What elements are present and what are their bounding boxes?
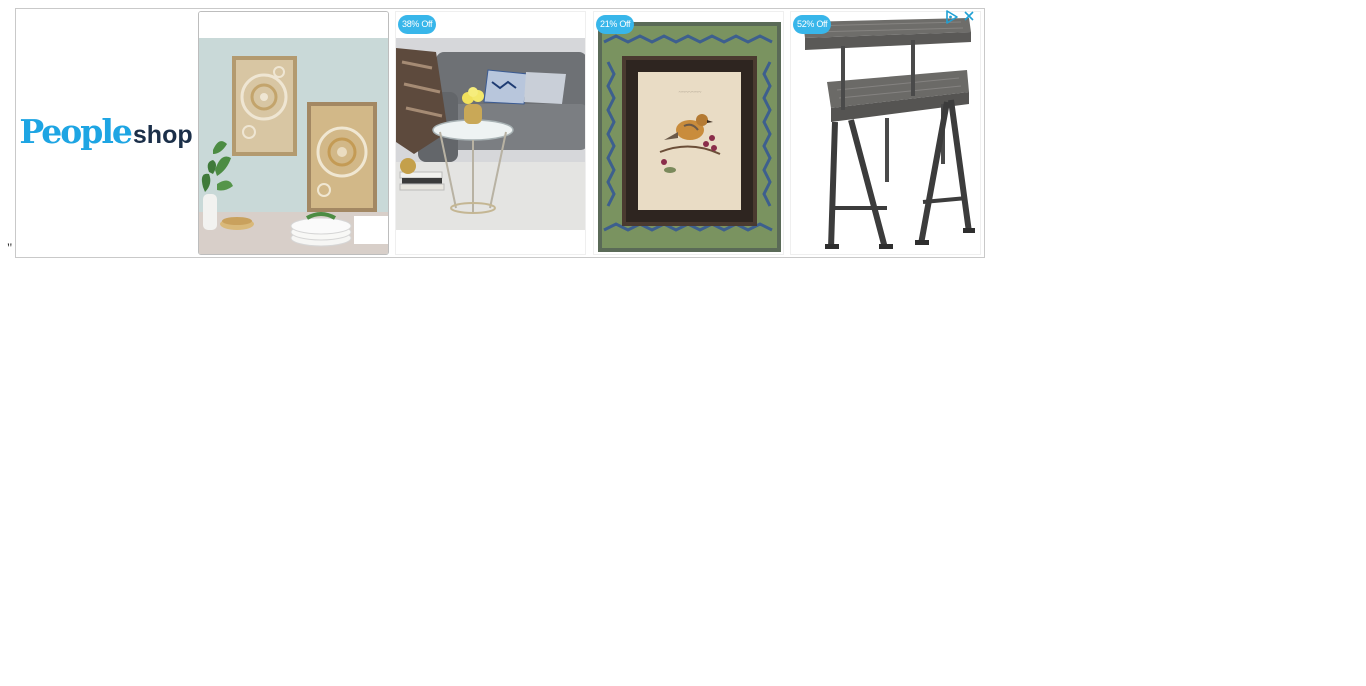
svg-text:~~~~~~~: ~~~~~~~ (679, 90, 702, 96)
product-tile-picture-frame[interactable]: ~~~~~~~ 21% Off (593, 11, 784, 255)
bench-table-image (791, 12, 980, 254)
adchoices-controls[interactable] (944, 9, 976, 25)
product-tile-bench-table[interactable]: 52% Off (790, 11, 981, 255)
brand-logo-shop: shop (132, 120, 193, 149)
brand-panel[interactable]: People shop (16, 9, 196, 257)
discount-badge: 52% Off (793, 15, 832, 34)
discount-badge: 38% Off (398, 15, 437, 34)
discount-badge: 21% Off (596, 15, 635, 34)
picture-frame-image: ~~~~~~~ (594, 12, 783, 254)
people-shop-logo[interactable]: People shop (19, 115, 192, 148)
product-tile-side-table[interactable]: 38% Off (395, 11, 586, 255)
ad-banner[interactable]: People shop 38% Off ~~~~~~~ 21% Off 52% … (15, 8, 985, 258)
product-tile-wall-art[interactable] (198, 11, 389, 255)
brand-logo-people: People (19, 111, 133, 151)
stray-quote-text: " (7, 240, 13, 255)
side-table-image (396, 12, 585, 254)
adchoices-triangle-icon[interactable] (944, 9, 960, 25)
close-x-icon[interactable] (962, 10, 976, 24)
wall-art-image (199, 12, 388, 254)
